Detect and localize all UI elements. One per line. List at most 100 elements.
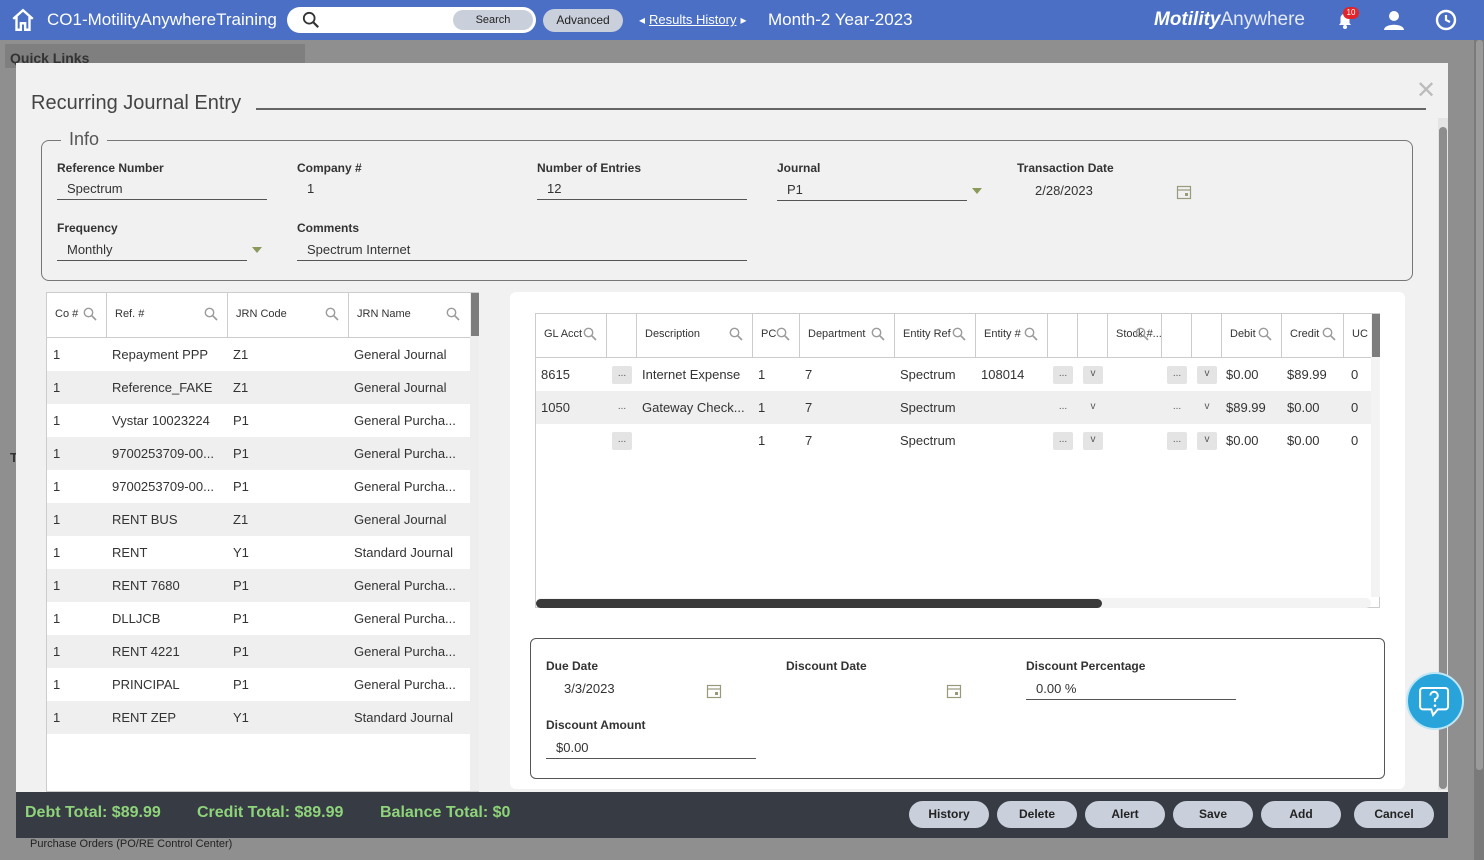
col-header-jrn-name[interactable]: JRN Name	[349, 293, 470, 338]
col-header-gl-acct-label: GL Acct	[544, 328, 583, 340]
stock-select-button[interactable]: v	[1197, 399, 1217, 417]
calendar-icon[interactable]	[1176, 184, 1192, 200]
cell-uc: 0	[1351, 367, 1359, 382]
journal-row[interactable]: 1 RENT ZEP Y1 Standard Journal	[47, 701, 470, 734]
col-header-gl-acct[interactable]: GL Acct	[536, 314, 607, 357]
discount-percentage-field[interactable]: 0.00 %	[1026, 681, 1236, 700]
col-header-jrn-code[interactable]: JRN Code	[228, 293, 349, 338]
user-icon[interactable]	[1382, 8, 1406, 32]
entry-line-row[interactable]: 1050 ... Gateway Check... 1 7 Spectrum .…	[536, 391, 1371, 424]
calendar-icon[interactable]	[706, 683, 722, 699]
delete-button[interactable]: Delete	[997, 801, 1077, 828]
journal-row[interactable]: 1 DLLJCB P1 General Purcha...	[47, 602, 470, 635]
journal-row[interactable]: 1 PRINCIPAL P1 General Purcha...	[47, 668, 470, 701]
home-icon[interactable]	[10, 7, 36, 33]
col-header-credit[interactable]: Credit	[1282, 314, 1344, 357]
journal-row[interactable]: 1 RENT BUS Z1 General Journal	[47, 503, 470, 536]
filter-search-icon[interactable]	[325, 307, 339, 321]
calendar-icon[interactable]	[946, 683, 962, 699]
help-button[interactable]	[1406, 672, 1464, 730]
col-header-entity-num-label: Entity #	[984, 328, 1021, 340]
chevron-left-icon[interactable]: ◂	[639, 13, 645, 27]
entry-lines-scrollbar-thumb[interactable]	[1372, 314, 1380, 357]
entry-line-row[interactable]: ... 1 7 Spectrum ... v ... v $0.00 $0.00…	[536, 424, 1371, 457]
chevron-right-icon[interactable]: ▸	[740, 13, 746, 27]
filter-search-icon[interactable]	[1024, 327, 1038, 341]
journal-dropdown-icon[interactable]	[972, 188, 982, 194]
journal-list-scrollbar[interactable]	[470, 293, 479, 791]
discount-amount-field[interactable]: $0.00	[546, 740, 756, 759]
filter-search-icon[interactable]	[446, 307, 460, 321]
journal-row[interactable]: 1 RENT Y1 Standard Journal	[47, 536, 470, 569]
col-header-pc[interactable]: PC	[753, 314, 800, 357]
journal-row[interactable]: 1 Vystar 10023224 P1 General Purcha...	[47, 404, 470, 437]
reference-number-field[interactable]: Spectrum	[57, 181, 267, 200]
col-header-uc[interactable]: UC	[1344, 314, 1371, 357]
col-header-co[interactable]: Co #	[47, 293, 107, 338]
entity-lookup-button[interactable]: ...	[1053, 399, 1073, 417]
filter-search-icon[interactable]	[729, 327, 743, 341]
cancel-button[interactable]: Cancel	[1354, 801, 1434, 828]
filter-search-icon[interactable]	[583, 327, 597, 341]
close-icon[interactable]: ✕	[1416, 79, 1436, 103]
entity-lookup-button[interactable]: ...	[1053, 366, 1073, 384]
stock-lookup-button[interactable]: ...	[1167, 366, 1187, 384]
stock-select-button[interactable]: v	[1197, 432, 1217, 450]
alert-button[interactable]: Alert	[1085, 801, 1165, 828]
journal-row[interactable]: 1 Reference_FAKE Z1 General Journal	[47, 371, 470, 404]
entity-select-button[interactable]: v	[1083, 432, 1103, 450]
transaction-date-field[interactable]: 2/28/2023	[1025, 183, 1175, 202]
discount-date-field[interactable]	[794, 681, 944, 700]
clock-icon[interactable]	[1434, 8, 1458, 32]
entity-select-button[interactable]: v	[1083, 366, 1103, 384]
journal-list-scrollbar-thumb[interactable]	[471, 293, 479, 336]
filter-search-icon[interactable]	[871, 327, 885, 341]
frequency-select[interactable]: Monthly	[57, 242, 247, 261]
filter-search-icon[interactable]	[776, 327, 790, 341]
add-button[interactable]: Add	[1261, 801, 1341, 828]
journal-row[interactable]: 1 RENT 7680 P1 General Purcha...	[47, 569, 470, 602]
filter-search-icon[interactable]	[204, 307, 218, 321]
col-header-entity-num[interactable]: Entity #	[976, 314, 1048, 357]
filter-search-icon[interactable]	[1135, 327, 1149, 341]
due-date-field[interactable]: 3/3/2023	[554, 681, 704, 700]
journal-row[interactable]: 1 Repayment PPP Z1 General Journal	[47, 338, 470, 371]
col-header-ref[interactable]: Ref. #	[107, 293, 228, 338]
stock-lookup-button[interactable]: ...	[1167, 399, 1187, 417]
entry-lines-hscrollbar-thumb[interactable]	[536, 599, 1102, 608]
col-header-entity-ref[interactable]: Entity Ref	[895, 314, 976, 357]
app-title[interactable]: CO1-MotilityAnywhereTraining	[47, 10, 277, 30]
filter-search-icon[interactable]	[1322, 327, 1336, 341]
col-header-department[interactable]: Department	[800, 314, 895, 357]
company-label: Company #	[297, 161, 362, 175]
advanced-search-button[interactable]: Advanced	[543, 9, 623, 32]
col-header-stock[interactable]: Stock #...	[1108, 314, 1162, 357]
journal-row[interactable]: 1 RENT 4221 P1 General Purcha...	[47, 635, 470, 668]
global-search[interactable]: Search	[287, 7, 536, 33]
journal-select[interactable]: P1	[777, 182, 967, 201]
stock-lookup-button[interactable]: ...	[1167, 432, 1187, 450]
filter-search-icon[interactable]	[1258, 327, 1272, 341]
save-button[interactable]: Save	[1173, 801, 1253, 828]
cell-ref: RENT 7680	[112, 578, 180, 593]
gl-lookup-button[interactable]: ...	[612, 432, 632, 450]
gl-lookup-button[interactable]: ...	[612, 366, 632, 384]
comments-field[interactable]: Spectrum Internet	[297, 242, 747, 261]
frequency-dropdown-icon[interactable]	[252, 247, 262, 253]
search-button[interactable]: Search	[453, 10, 533, 30]
results-history-link[interactable]: Results History	[649, 12, 736, 27]
history-button[interactable]: History	[909, 801, 989, 828]
stock-select-button[interactable]: v	[1197, 366, 1217, 384]
filter-search-icon[interactable]	[952, 327, 966, 341]
number-of-entries-field[interactable]: 12	[537, 181, 747, 200]
entry-line-row[interactable]: 8615 ... Internet Expense 1 7 Spectrum 1…	[536, 358, 1371, 391]
page-scrollbar-thumb[interactable]	[1476, 40, 1483, 770]
filter-search-icon[interactable]	[83, 307, 97, 321]
entity-select-button[interactable]: v	[1083, 399, 1103, 417]
col-header-description[interactable]: Description	[637, 314, 753, 357]
entity-lookup-button[interactable]: ...	[1053, 432, 1073, 450]
col-header-debit[interactable]: Debit	[1222, 314, 1282, 357]
journal-row[interactable]: 1 9700253709-00... P1 General Purcha...	[47, 437, 470, 470]
journal-row[interactable]: 1 9700253709-00... P1 General Purcha...	[47, 470, 470, 503]
gl-lookup-button[interactable]: ...	[612, 399, 632, 417]
